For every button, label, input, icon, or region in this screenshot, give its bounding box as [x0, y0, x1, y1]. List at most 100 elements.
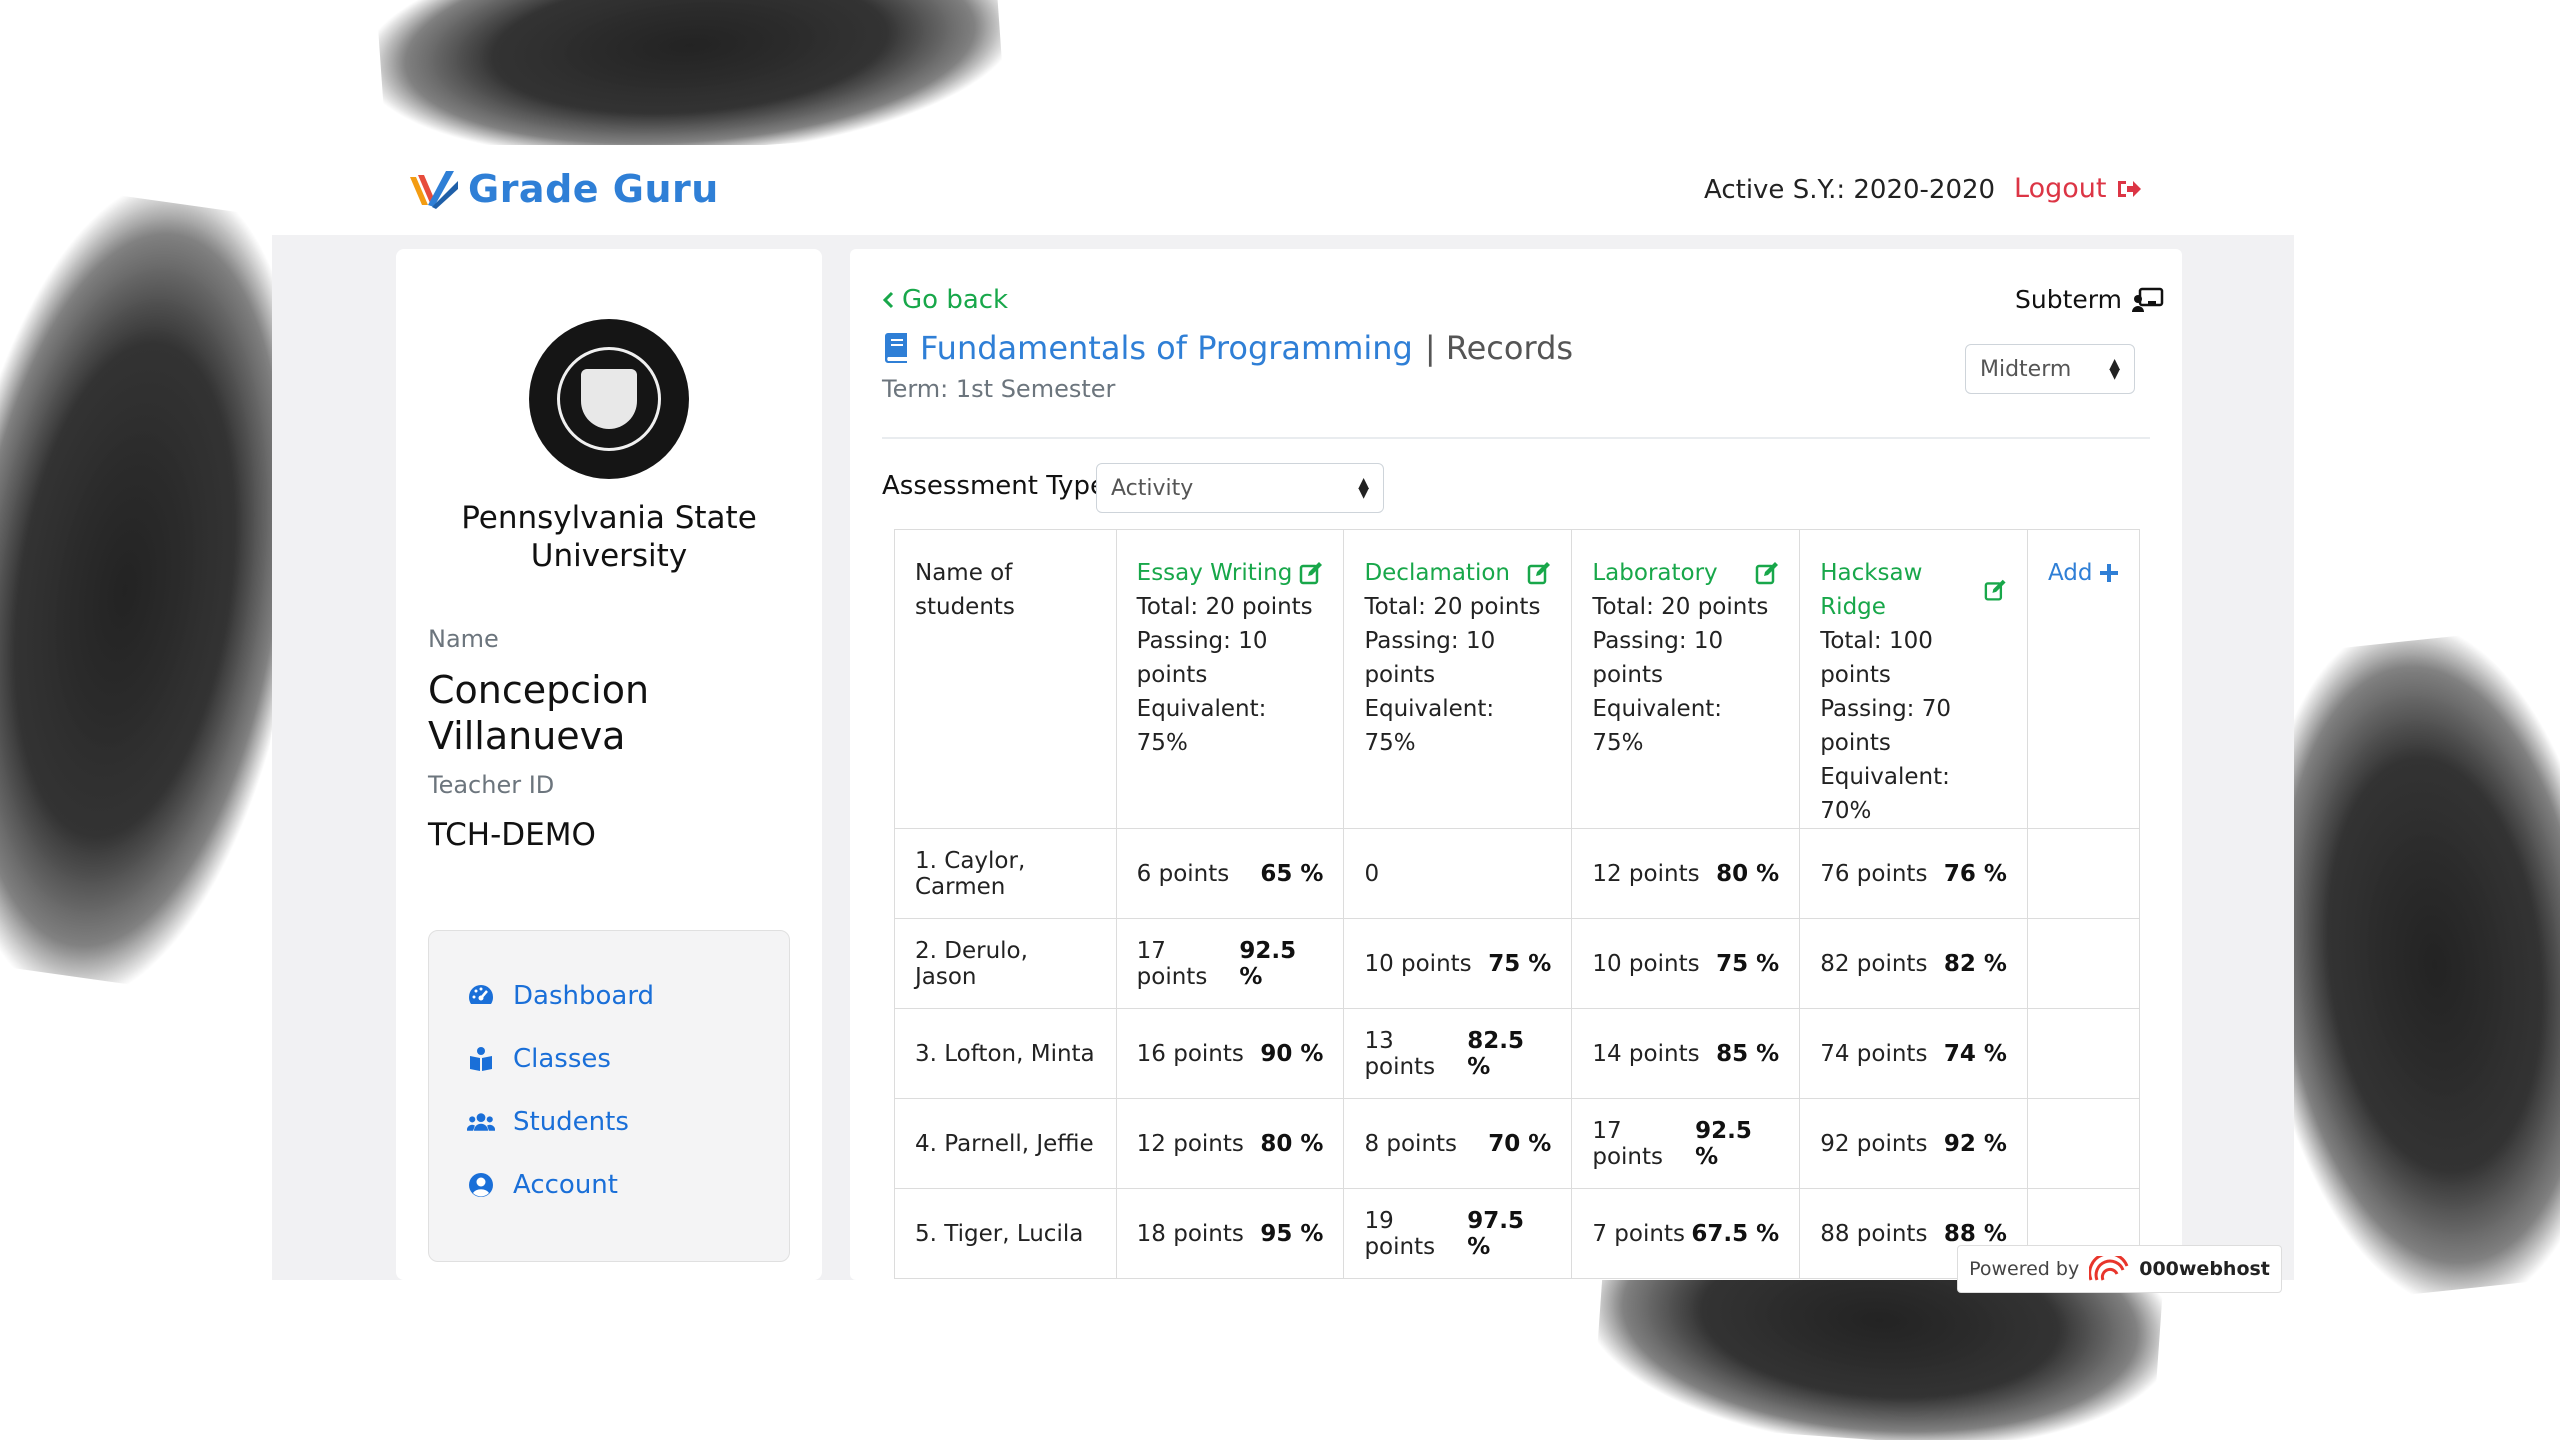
score-points: 74 points: [1820, 1040, 1928, 1067]
edit-icon[interactable]: [1527, 561, 1551, 585]
score-cell[interactable]: 82 points 82 %: [1799, 918, 2028, 1009]
sidebar-item-students[interactable]: Students: [467, 1107, 629, 1137]
sort-caret-icon: ▲ ▼: [1358, 475, 1369, 501]
sidebar-item-label: Classes: [513, 1044, 611, 1074]
table-row: 5. Tiger, Lucila 18 points 95 % 19 points 97…: [894, 1188, 2141, 1279]
activity-total: Total: 20 points: [1592, 594, 1769, 620]
score-cell[interactable]: 10 points 75 %: [1343, 918, 1573, 1009]
add-label: Add: [2047, 560, 2093, 586]
score-cell[interactable]: 74 points 74 %: [1799, 1008, 2028, 1099]
teacher-name: Concepcion Villanueva: [428, 668, 650, 758]
score-cell[interactable]: 6 points 65 %: [1115, 828, 1345, 919]
score-points: 17 points: [1592, 1117, 1663, 1170]
empty-cell: [2026, 1098, 2141, 1189]
profile-sidebar: Pennsylvania State University Name Conce…: [396, 249, 822, 1280]
university-name: Pennsylvania State University: [461, 500, 757, 574]
score-cell[interactable]: 17 points 92.5 %: [1571, 1098, 1801, 1189]
activity-column-header: Laboratory Total: 20 points Passing: 10 …: [1571, 529, 1801, 829]
activity-passing: Passing: 10 points: [1592, 628, 1724, 688]
score-cell[interactable]: 16 points 90 %: [1115, 1008, 1345, 1099]
add-activity-button[interactable]: Add: [2048, 556, 2119, 590]
subterm-select[interactable]: Midterm ▲ ▼: [1965, 344, 2135, 394]
teacher-id-label: Teacher ID: [428, 771, 555, 799]
score-percent: 82.5 %: [1467, 1027, 1524, 1080]
score-cell[interactable]: 18 points 95 %: [1115, 1188, 1345, 1279]
activity-equivalent: Equivalent: 75%: [1136, 696, 1267, 756]
score-percent: 65 %: [1260, 860, 1324, 887]
student-name: 3. Lofton, Minta: [894, 1008, 1117, 1099]
empty-cell: [2026, 828, 2141, 919]
score-cell[interactable]: 12 points 80 %: [1115, 1098, 1345, 1189]
score-points: 92 points: [1820, 1130, 1928, 1157]
score-points: 82 points: [1820, 950, 1928, 977]
score-points: 10 points: [1592, 950, 1700, 977]
score-cell[interactable]: 17 points 92.5 %: [1115, 918, 1345, 1009]
student-name: 2. Derulo, Jason: [894, 918, 1117, 1009]
sidebar-item-dashboard[interactable]: Dashboard: [467, 981, 654, 1011]
score-points: 16 points: [1136, 1040, 1244, 1067]
go-back-link[interactable]: Go back: [882, 285, 1008, 315]
score-cell[interactable]: 8 points 70 %: [1343, 1098, 1573, 1189]
score-cell[interactable]: 12 points 80 %: [1571, 828, 1801, 919]
webhost-logo-icon: [2089, 1256, 2129, 1281]
activity-total: Total: 20 points: [1136, 594, 1313, 620]
score-cell[interactable]: 76 points 76 %: [1799, 828, 2028, 919]
score-percent: 88 %: [1943, 1220, 2007, 1247]
activity-equivalent: Equivalent: 75%: [1364, 696, 1495, 756]
score-percent: 82 %: [1943, 950, 2007, 977]
score-points: 17 points: [1136, 937, 1208, 990]
powered-by-badge[interactable]: Powered by 000webhost: [1957, 1245, 2282, 1293]
sidebar-item-account[interactable]: Account: [467, 1170, 618, 1200]
sidebar-item-classes[interactable]: Classes: [467, 1044, 611, 1074]
score-percent: 95 %: [1260, 1220, 1324, 1247]
activity-column-header: Hacksaw Ridge Total: 100 points Passing:…: [1799, 529, 2028, 829]
term-label: Term: 1st Semester: [882, 375, 1116, 403]
app-logo[interactable]: Grade Guru: [408, 167, 719, 211]
score-points: 76 points: [1820, 860, 1928, 887]
name-column-header: Name of students: [894, 529, 1117, 829]
top-navbar: Grade Guru Active S.Y.: 2020-2020 Logout: [272, 145, 2294, 235]
classes-icon: [470, 1047, 492, 1071]
sidebar-item-label: Dashboard: [513, 981, 655, 1011]
student-name: 4. Parnell, Jeffie: [894, 1098, 1117, 1189]
book-icon: [885, 333, 907, 363]
app-window: Grade Guru Active S.Y.: 2020-2020 Logout…: [272, 145, 2294, 1280]
edit-icon[interactable]: [1755, 561, 1779, 585]
student-name: 5. Tiger, Lucila: [894, 1188, 1117, 1279]
score-percent: 92 %: [1943, 1130, 2007, 1157]
score-points: 14 points: [1592, 1040, 1700, 1067]
score-cell[interactable]: 10 points 75 %: [1571, 918, 1801, 1009]
edit-icon[interactable]: [1984, 578, 2007, 602]
logout-button[interactable]: Logout: [2014, 173, 2142, 204]
course-title-link[interactable]: Fundamentals of Programming: [920, 329, 1413, 367]
score-points: 10 points: [1364, 950, 1472, 977]
activity-column-header: Essay Writing Total: 20 points Passing: …: [1115, 529, 1345, 829]
score-cell[interactable]: 7 points 67.5 %: [1571, 1188, 1801, 1279]
table-header-row: Name of students Essay Writing Total: 20…: [894, 529, 2141, 829]
go-back-label: Go back: [902, 285, 1009, 315]
score-points: 8 points: [1364, 1130, 1458, 1157]
score-cell[interactable]: 13 points 82.5 %: [1343, 1008, 1573, 1099]
chevron-left-icon: [882, 291, 894, 309]
empty-cell: [2026, 918, 2141, 1009]
score-percent: 76 %: [1943, 860, 2007, 887]
logo-book-icon: [408, 167, 460, 211]
sidebar-item-label: Students: [513, 1107, 629, 1137]
activity-name-link[interactable]: Laboratory: [1592, 556, 1717, 590]
empty-cell: [2026, 1008, 2141, 1099]
edit-icon[interactable]: [1299, 561, 1323, 585]
assessment-type-select[interactable]: Activity ▲ ▼: [1096, 463, 1384, 513]
activity-name-link[interactable]: Hacksaw Ridge: [1820, 556, 1984, 624]
activity-name-link[interactable]: Declamation: [1364, 556, 1510, 590]
score-percent: 75 %: [1716, 950, 1780, 977]
subterm-label-text: Subterm: [2015, 285, 2122, 314]
score-cell[interactable]: 19 points 97.5 %: [1343, 1188, 1573, 1279]
table-row: 2. Derulo, Jason 17 points 92.5 % 10 points…: [894, 918, 2141, 1009]
sidebar-item-label: Account: [513, 1170, 618, 1200]
score-cell[interactable]: 92 points 92 %: [1799, 1098, 2028, 1189]
score-cell[interactable]: 0: [1343, 828, 1573, 919]
activity-name-link[interactable]: Essay Writing: [1137, 556, 1293, 590]
score-cell[interactable]: 14 points 85 %: [1571, 1008, 1801, 1099]
activity-column-header: Declamation Total: 20 points Passing: 10…: [1343, 529, 1573, 829]
score-percent: 92.5 %: [1695, 1117, 1752, 1170]
